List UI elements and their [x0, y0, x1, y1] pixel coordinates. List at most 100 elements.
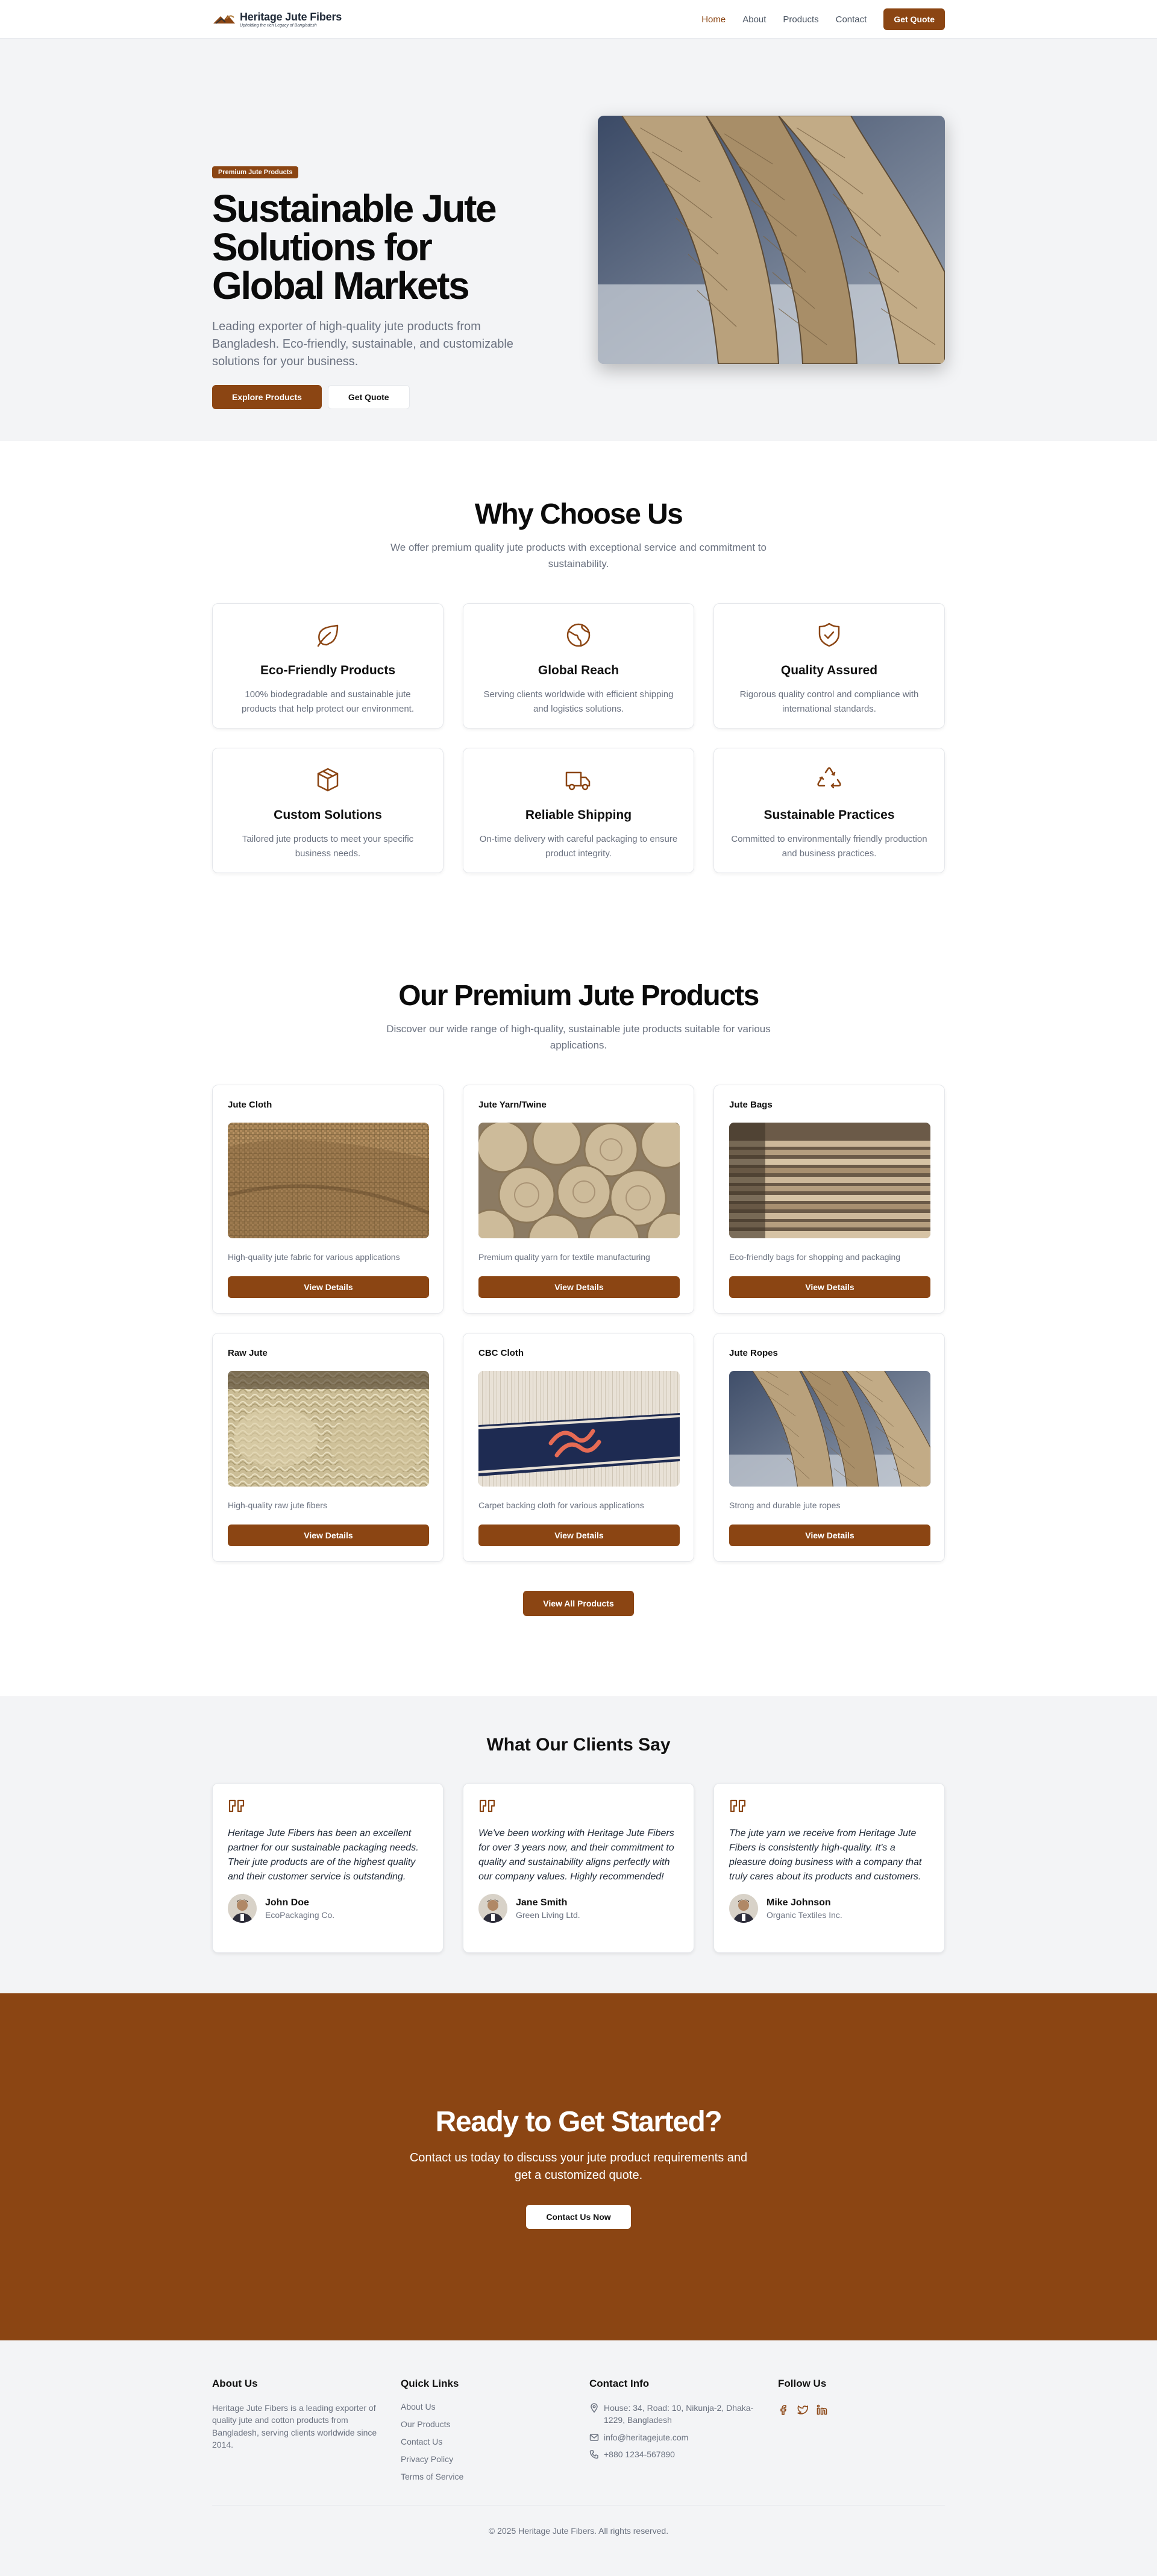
view-details-button[interactable]: View Details [228, 1525, 429, 1547]
brand-tagline: Upholding the rich Legacy of Bangladesh [240, 23, 317, 28]
testimonial-name: Jane Smith [516, 1897, 568, 1908]
avatar [228, 1894, 257, 1923]
footer-link-terms-of-service[interactable]: Terms of Service [401, 2472, 463, 2481]
testimonial-company: Organic Textiles Inc. [767, 1910, 842, 1920]
footer-phone[interactable]: +880 1234-567890 [604, 2448, 675, 2460]
map-pin-icon [591, 2403, 598, 2413]
view-details-button[interactable]: View Details [729, 1276, 930, 1299]
product-card: Jute Bags Eco-friendly bags for shopping… [713, 1085, 945, 1314]
footer-link-privacy-policy[interactable]: Privacy Policy [401, 2454, 453, 2464]
feature-card: Eco-Friendly Products 100% biodegradable… [212, 603, 444, 729]
facebook-icon[interactable] [778, 2404, 789, 2415]
testimonial-quote: Heritage Jute Fibers has been an excelle… [228, 1828, 419, 1882]
hero-get-quote-button[interactable]: Get Quote [327, 385, 410, 409]
hero-badge: Premium Jute Products [212, 166, 299, 178]
why-subtitle: We offer premium quality jute products w… [390, 542, 767, 570]
feature-title: Quality Assured [780, 663, 878, 678]
cbc-cloth-image [478, 1371, 680, 1487]
feature-title: Eco-Friendly Products [260, 663, 396, 678]
mail-icon [589, 2433, 599, 2441]
avatar [729, 1894, 758, 1923]
footer-follow-title: Follow Us [778, 2378, 827, 2389]
view-details-button[interactable]: View Details [478, 1525, 680, 1547]
footer-link-contact-us[interactable]: Contact Us [401, 2437, 442, 2446]
testimonial-card: The jute yarn we receive from Heritage J… [713, 1783, 945, 1953]
view-details-button[interactable]: View Details [478, 1276, 680, 1299]
products-subtitle: Discover our wide range of high-quality,… [386, 1023, 771, 1051]
feature-card: Global Reach Serving clients worldwide w… [463, 603, 694, 729]
hero-section: Premium Jute Products Sustainable Jute S… [0, 39, 1157, 441]
jute-yarn-image [478, 1123, 680, 1239]
product-card: Jute Cloth High-quality jute fabric for … [212, 1085, 444, 1314]
product-card: Jute Ropes Strong and durable jute ropes… [713, 1333, 945, 1562]
linkedin-icon[interactable] [817, 2404, 827, 2415]
footer-links-title: Quick Links [401, 2378, 459, 2389]
copyright: © 2025 Heritage Jute Fibers. All rights … [212, 2505, 945, 2536]
logo-icon [213, 15, 235, 24]
quote-icon [730, 1799, 746, 1813]
view-details-button[interactable]: View Details [729, 1525, 930, 1547]
twitter-icon[interactable] [797, 2404, 808, 2415]
feature-title: Custom Solutions [274, 808, 382, 823]
nav-get-quote-button[interactable]: Get Quote [883, 8, 945, 30]
feature-title: Reliable Shipping [525, 808, 632, 823]
nav-link-products[interactable]: Products [783, 14, 818, 25]
phone-icon [589, 2450, 598, 2459]
quote-icon [479, 1799, 495, 1813]
raw-jute-image [228, 1371, 429, 1487]
truck-icon [565, 772, 591, 791]
testimonial-company: EcoPackaging Co. [265, 1910, 335, 1920]
feature-title: Sustainable Practices [763, 808, 895, 823]
feature-card: Custom Solutions Tailored jute products … [212, 748, 444, 874]
testimonials-title: What Our Clients Say [486, 1735, 671, 1755]
product-desc: Strong and durable jute ropes [729, 1500, 841, 1511]
jute-cloth-image [228, 1123, 429, 1239]
product-card: Jute Yarn/Twine Premium quality yarn for… [463, 1085, 694, 1314]
view-all-products-button[interactable]: View All Products [523, 1591, 634, 1617]
testimonial-card: We've been working with Heritage Jute Fi… [463, 1783, 694, 1953]
product-name: Jute Ropes [729, 1348, 778, 1359]
contact-us-now-button[interactable]: Contact Us Now [526, 2205, 631, 2229]
cta-title: Ready to Get Started? [435, 2106, 723, 2138]
feature-desc: 100% biodegradable and sustainable jute … [242, 689, 414, 715]
nav-link-about[interactable]: About [742, 14, 766, 25]
feature-desc: On-time delivery with careful packaging … [479, 834, 678, 859]
feature-desc: Serving clients worldwide with efficient… [483, 689, 674, 715]
feature-card: Sustainable Practices Committed to envir… [713, 748, 945, 874]
product-desc: High-quality raw jute fibers [228, 1500, 327, 1511]
cta-subtitle: Contact us today to discuss your jute pr… [409, 2151, 748, 2182]
footer-about-title: About Us [212, 2378, 258, 2389]
product-desc: High-quality jute fabric for various app… [228, 1252, 400, 1262]
nav-link-home[interactable]: Home [701, 14, 726, 25]
nav-link-contact[interactable]: Contact [836, 14, 867, 25]
feature-desc: Tailored jute products to meet your spec… [242, 834, 414, 859]
product-name: Jute Cloth [228, 1100, 272, 1111]
product-name: Raw Jute [228, 1348, 268, 1359]
footer: About Us Heritage Jute Fibers is a leadi… [0, 2340, 1157, 2576]
testimonial-quote: We've been working with Heritage Jute Fi… [478, 1828, 674, 1882]
product-desc: Premium quality yarn for textile manufac… [478, 1252, 650, 1262]
feature-desc: Rigorous quality control and compliance … [739, 689, 919, 715]
footer-email[interactable]: info@heritagejute.com [604, 2431, 688, 2443]
product-card: Raw Jute High-quality raw jute fibers Vi… [212, 1333, 444, 1562]
footer-address: House: 34, Road: 10, Nikunja-2, Dhaka-12… [604, 2403, 754, 2425]
footer-about-text: Heritage Jute Fibers is a leading export… [212, 2403, 377, 2449]
products-title: Our Premium Jute Products [398, 980, 759, 1012]
quote-icon [228, 1799, 245, 1813]
view-details-button[interactable]: View Details [228, 1276, 429, 1299]
top-nav: Heritage Jute Fibers Upholding the rich … [0, 0, 1157, 39]
testimonial-card: Heritage Jute Fibers has been an excelle… [212, 1783, 444, 1953]
globe-icon [566, 624, 591, 647]
logo[interactable]: Heritage Jute Fibers Upholding the rich … [212, 11, 342, 28]
footer-link-our-products[interactable]: Our Products [401, 2419, 450, 2429]
footer-link-about-us[interactable]: About Us [401, 2402, 436, 2411]
avatar [478, 1894, 507, 1923]
leaf-icon [317, 625, 339, 647]
brand-name: Heritage Jute Fibers [240, 10, 342, 23]
why-title: Why Choose Us [474, 498, 683, 530]
testimonial-company: Green Living Ltd. [516, 1910, 580, 1920]
shield-check-icon [818, 623, 840, 647]
product-name: Jute Bags [729, 1100, 773, 1111]
explore-products-button[interactable]: Explore Products [212, 385, 322, 409]
hero-subtitle: Leading exporter of high-quality jute pr… [212, 320, 513, 368]
